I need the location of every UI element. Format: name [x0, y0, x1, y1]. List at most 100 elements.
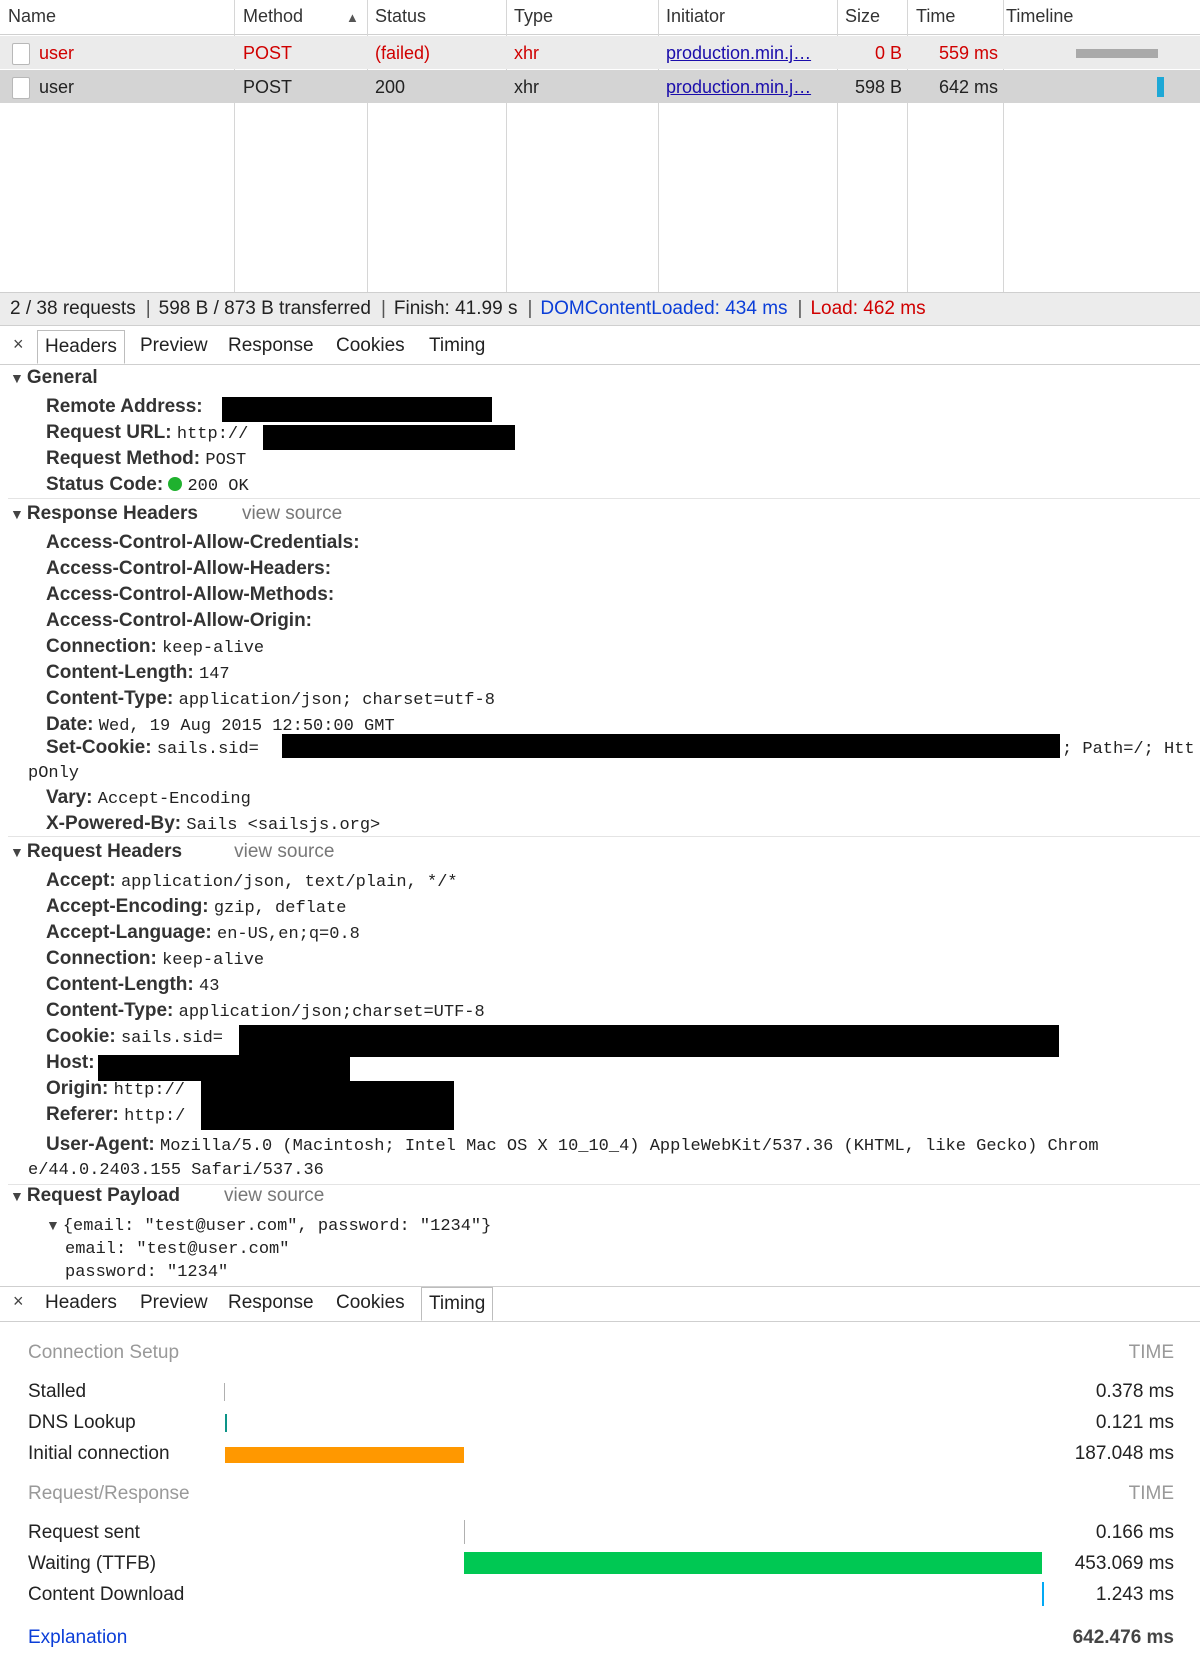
request-method-row: Request Method: POST: [46, 448, 247, 470]
column-header-name[interactable]: Name: [8, 6, 56, 27]
timing-bar-waiting: [464, 1552, 1042, 1574]
redaction-box: [282, 734, 1060, 758]
tab-response[interactable]: Response: [228, 1292, 314, 1314]
request-name[interactable]: user: [39, 43, 74, 64]
time-column-heading: TIME: [1128, 1342, 1174, 1363]
timeline-bar: [1076, 49, 1158, 58]
request-response-heading: Request/Response: [28, 1483, 190, 1504]
column-header-time[interactable]: Time: [916, 6, 955, 27]
divider: [8, 836, 1200, 837]
request-initiator-link[interactable]: production.min.j…: [666, 77, 811, 98]
column-header-timeline[interactable]: Timeline: [1006, 6, 1073, 27]
column-header-status[interactable]: Status: [375, 6, 426, 27]
redaction-box: [239, 1025, 1059, 1057]
collapse-triangle-icon[interactable]: ▼: [10, 1188, 24, 1204]
timing-label-content-download: Content Download: [28, 1584, 185, 1605]
request-initiator-link[interactable]: production.min.j…: [666, 43, 811, 64]
header-date: Date: Wed, 19 Aug 2015 12:50:00 GMT: [46, 714, 395, 736]
timing-total: 642.476 ms: [1072, 1627, 1174, 1648]
request-url-row: Request URL: http://: [46, 422, 249, 444]
collapse-triangle-icon[interactable]: ▼: [10, 370, 24, 386]
table-row[interactable]: user POST (failed) xhr production.min.j……: [0, 36, 1200, 69]
header-connection: Connection: keep-alive: [46, 948, 265, 970]
timing-bar-content-download: [1042, 1582, 1044, 1606]
column-header-initiator[interactable]: Initiator: [666, 6, 725, 27]
connection-setup-heading: Connection Setup: [28, 1342, 180, 1363]
view-source-link[interactable]: view source: [224, 1185, 324, 1206]
tab-headers[interactable]: Headers: [37, 330, 125, 364]
section-response-headers[interactable]: ▼ Response Headers view source: [10, 503, 342, 525]
timing-label-initial-connection: Initial connection: [28, 1443, 170, 1464]
section-general[interactable]: ▼ General: [10, 367, 98, 389]
timing-label-stalled: Stalled: [28, 1381, 87, 1402]
timing-tab-bar: × Headers Preview Response Cookies Timin…: [0, 1286, 1200, 1322]
timing-value-stalled: 0.378 ms: [1095, 1381, 1174, 1402]
request-size: 598 B: [854, 77, 902, 97]
divider: [8, 498, 1200, 499]
view-source-link[interactable]: view source: [242, 503, 342, 524]
timing-value-dns: 0.121 ms: [1095, 1412, 1174, 1433]
header-connection: Connection: keep-alive: [46, 636, 265, 658]
row-checkbox[interactable]: [12, 77, 30, 99]
tab-cookies[interactable]: Cookies: [336, 335, 405, 357]
header-accept-language: Accept-Language: en-US,en;q=0.8: [46, 922, 360, 944]
collapse-triangle-icon[interactable]: ▼: [10, 844, 24, 860]
header-acac: Access-Control-Allow-Credentials:: [46, 532, 360, 553]
section-request-payload[interactable]: ▼ Request Payload view source: [10, 1185, 324, 1207]
sort-ascending-icon[interactable]: ▲: [346, 10, 359, 25]
request-time: 642 ms: [938, 77, 998, 97]
user-agent-wrap: e/44.0.2403.155 Safari/537.36: [28, 1161, 324, 1180]
header-user-agent: User-Agent: Mozilla/5.0 (Macintosh; Inte…: [46, 1134, 1099, 1156]
tab-timing[interactable]: Timing: [421, 1287, 494, 1321]
request-name[interactable]: user: [39, 77, 74, 98]
time-column-heading: TIME: [1128, 1483, 1174, 1504]
redaction-box: [263, 425, 515, 450]
request-type: xhr: [514, 77, 540, 97]
tab-timing[interactable]: Timing: [429, 335, 485, 357]
request-method: POST: [243, 77, 293, 97]
finish-time: Finish: 41.99 s: [393, 298, 518, 319]
tab-response[interactable]: Response: [228, 335, 314, 357]
view-source-link[interactable]: view source: [234, 841, 334, 862]
header-host: Host:: [46, 1052, 95, 1073]
column-header-type[interactable]: Type: [514, 6, 553, 27]
request-time: 559 ms: [938, 43, 998, 63]
timing-label-waiting: Waiting (TTFB): [28, 1553, 157, 1574]
load-time: Load: 462 ms: [810, 298, 926, 319]
column-header-size[interactable]: Size: [845, 6, 880, 27]
row-checkbox[interactable]: [12, 43, 30, 65]
tab-preview[interactable]: Preview: [140, 335, 208, 357]
request-count: 2 / 38 requests: [10, 298, 136, 319]
header-cookie: Cookie: sails.sid=: [46, 1026, 223, 1048]
tab-cookies[interactable]: Cookies: [336, 1292, 405, 1314]
request-size: 0 B: [874, 43, 902, 63]
timing-value-content-download: 1.243 ms: [1095, 1584, 1174, 1605]
section-request-headers[interactable]: ▼ Request Headers view source: [10, 841, 334, 863]
network-table: Name Method ▲ Status Type Initiator Size…: [0, 0, 1200, 326]
set-cookie-tail: ; Path=/; Htt: [1062, 740, 1195, 759]
network-table-header: Name Method ▲ Status Type Initiator Size…: [0, 0, 1200, 35]
collapse-triangle-icon[interactable]: ▼: [10, 506, 24, 522]
header-set-cookie: Set-Cookie: sails.sid=: [46, 737, 259, 759]
header-referer: Referer: http:/: [46, 1104, 186, 1126]
timeline-bar: [1157, 77, 1164, 97]
table-row[interactable]: user POST 200 xhr production.min.j… 598 …: [0, 70, 1200, 103]
timing-bar-dns: [225, 1414, 227, 1432]
remote-address-row: Remote Address:: [46, 396, 203, 417]
payload-password: password: "1234": [65, 1263, 229, 1282]
close-icon[interactable]: ×: [13, 1291, 24, 1312]
explanation-link[interactable]: Explanation: [28, 1627, 127, 1649]
header-acah: Access-Control-Allow-Headers:: [46, 558, 332, 579]
timing-value-waiting: 453.069 ms: [1074, 1553, 1174, 1574]
status-code-row: Status Code: 200 OK: [46, 474, 249, 496]
network-summary-bar: 2 / 38 requests | 598 B / 873 B transferre…: [0, 292, 1200, 325]
close-icon[interactable]: ×: [13, 334, 24, 355]
details-tab-bar: × Headers Preview Response Cookies Timin…: [0, 330, 1200, 365]
payload-object[interactable]: ▼ {email: "test@user.com", password: "123…: [46, 1214, 491, 1236]
header-content-length: Content-Length: 43: [46, 974, 220, 996]
tab-headers[interactable]: Headers: [45, 1292, 117, 1314]
column-header-method[interactable]: Method: [243, 6, 303, 27]
expand-triangle-icon[interactable]: ▼: [46, 1217, 60, 1233]
header-accept: Accept: application/json, text/plain, */…: [46, 870, 458, 892]
tab-preview[interactable]: Preview: [140, 1292, 208, 1314]
